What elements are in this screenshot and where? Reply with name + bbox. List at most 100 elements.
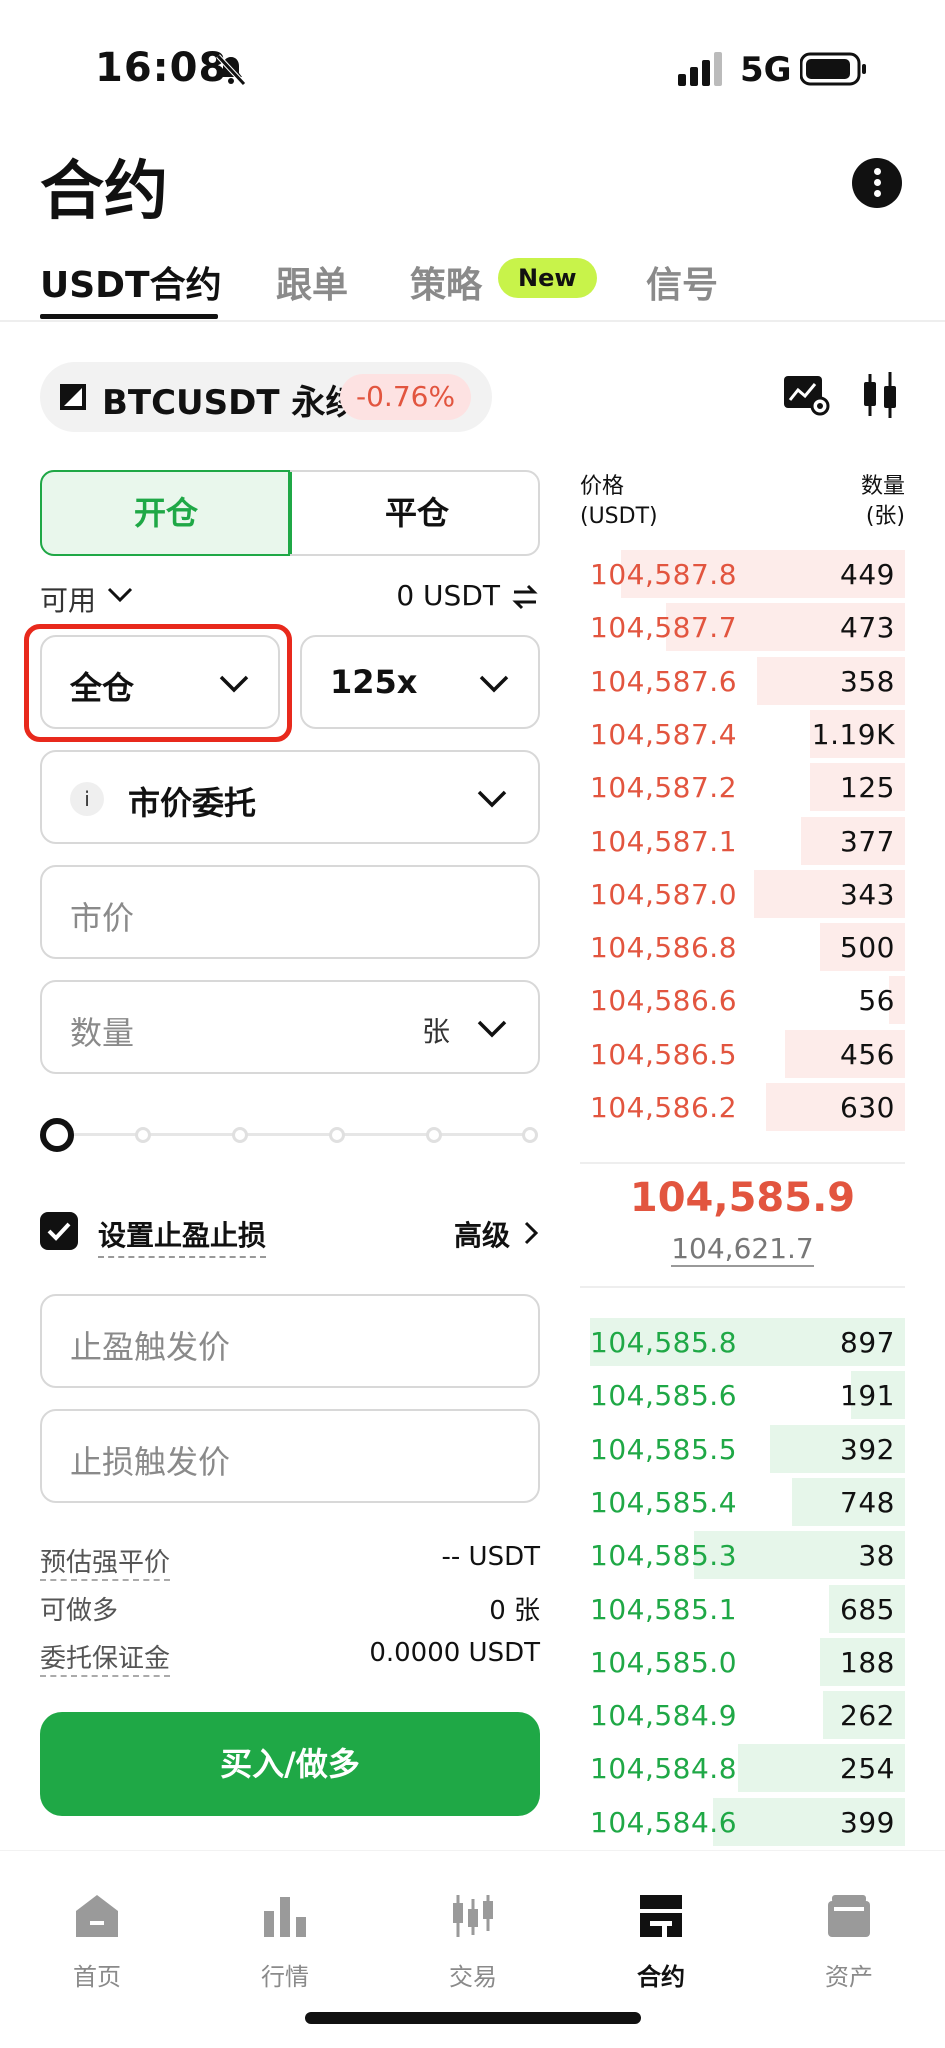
bid-row[interactable]: 104,585.5 392 — [590, 1423, 905, 1475]
slider-tick[interactable] — [522, 1127, 538, 1143]
last-price: 104,585.9 — [629, 1175, 856, 1221]
ask-quantity: 56 — [858, 984, 895, 1018]
page-title: 合约 — [40, 155, 168, 229]
tab-usdt-futures[interactable]: USDT合约 — [40, 256, 222, 308]
chevron-down-icon[interactable] — [476, 1018, 508, 1040]
bid-price: 104,584.6 — [590, 1805, 738, 1839]
nav-trade[interactable]: 交易 — [403, 1891, 543, 1992]
ask-row[interactable]: 104,586.8 500 — [590, 921, 905, 973]
ask-price: 104,587.4 — [590, 717, 738, 751]
ask-row[interactable]: 104,587.4 1.19K — [590, 708, 905, 760]
active-tab-underline — [40, 314, 218, 319]
ask-quantity: 358 — [840, 664, 895, 698]
ask-price: 104,586.2 — [590, 1091, 738, 1124]
slider-knob[interactable] — [40, 1118, 74, 1152]
order-type-select[interactable]: i 市价委托 — [40, 750, 540, 844]
bid-quantity: 254 — [840, 1752, 895, 1786]
price-input[interactable]: 市价 — [40, 865, 540, 959]
mark-price-value[interactable]: 104,621.7 — [671, 1232, 814, 1267]
chevron-right-icon[interactable] — [522, 1220, 540, 1246]
ask-row[interactable]: 104,586.6 56 — [590, 974, 905, 1026]
bid-row[interactable]: 104,585.0 188 — [590, 1636, 905, 1688]
quantity-slider[interactable] — [40, 1118, 540, 1152]
ask-quantity: 449 — [840, 558, 895, 591]
bid-row[interactable]: 104,585.4 748 — [590, 1476, 905, 1528]
bid-row[interactable]: 104,585.3 38 — [590, 1529, 905, 1581]
summary-value: 0 张 — [489, 1596, 540, 1626]
slider-tick[interactable] — [426, 1127, 442, 1143]
ask-row[interactable]: 104,586.5 456 — [590, 1028, 905, 1080]
ask-row[interactable]: 104,586.2 630 — [590, 1081, 905, 1133]
new-badge: New — [498, 258, 597, 298]
ask-quantity: 456 — [840, 1037, 895, 1071]
ask-price: 104,586.6 — [590, 984, 738, 1018]
slider-tick[interactable] — [329, 1127, 345, 1143]
bid-quantity: 897 — [840, 1326, 895, 1359]
tab-strategy[interactable]: 策略 — [410, 256, 482, 308]
ask-row[interactable]: 104,587.7 473 — [590, 601, 905, 653]
nav-futures[interactable]: 合约 — [591, 1891, 731, 1992]
stop-loss-input[interactable]: 止损触发价 — [40, 1409, 540, 1503]
nav-home[interactable]: 首页 — [27, 1891, 167, 1992]
open-tab-active-frame — [40, 470, 290, 556]
bid-price: 104,585.5 — [590, 1432, 738, 1466]
bid-row[interactable]: 104,584.9 262 — [590, 1689, 905, 1741]
ask-row[interactable]: 104,587.1 377 — [590, 815, 905, 867]
available-label[interactable]: 可用 — [40, 579, 96, 619]
chart-settings-icon[interactable] — [782, 374, 830, 416]
tpsl-checkbox[interactable] — [40, 1212, 78, 1250]
quantity-input[interactable]: 数量 张 — [40, 980, 540, 1074]
slider-tick[interactable] — [135, 1127, 151, 1143]
summary-key[interactable]: 预估强平价 — [40, 1542, 171, 1581]
home-indicator — [305, 2012, 641, 2024]
symbol-change-badge: -0.76% — [340, 374, 472, 420]
tab-copy-trading[interactable]: 跟单 — [276, 256, 348, 308]
divider — [580, 1286, 905, 1288]
slider-tick[interactable] — [232, 1127, 248, 1143]
summary-key[interactable]: 委托保证金 — [40, 1638, 171, 1677]
nav-market[interactable]: 行情 — [215, 1891, 355, 1992]
summary-max-long: 可做多 0 张 — [40, 1590, 540, 1630]
bid-row[interactable]: 104,585.6 191 — [590, 1369, 905, 1421]
transfer-icon[interactable] — [510, 583, 540, 611]
bid-row[interactable]: 104,584.6 399 — [590, 1796, 905, 1848]
ask-row[interactable]: 104,587.6 358 — [590, 655, 905, 707]
info-icon[interactable]: i — [70, 782, 104, 816]
signal-icon — [678, 52, 722, 86]
summary-liq-price: 预估强平价 -- USDT — [40, 1542, 540, 1582]
leverage-value: 125x — [330, 663, 418, 701]
ask-row[interactable]: 104,587.0 343 — [590, 868, 905, 920]
buy-long-button[interactable]: 买入/做多 — [40, 1712, 540, 1816]
ask-row[interactable]: 104,587.2 125 — [590, 761, 905, 813]
network-type: 5G — [740, 50, 792, 90]
tpsl-row: 设置止盈止损 高级 — [40, 1210, 540, 1258]
bell-muted-icon — [216, 54, 246, 86]
advanced-link[interactable]: 高级 — [454, 1214, 510, 1254]
bid-row[interactable]: 104,584.8 254 — [590, 1742, 905, 1794]
more-dot-icon — [874, 168, 881, 175]
nav-assets[interactable]: 资产 — [779, 1891, 919, 1992]
ask-price: 104,587.8 — [590, 558, 738, 591]
tab-signals[interactable]: 信号 — [646, 256, 718, 308]
slider-track — [60, 1133, 530, 1136]
bid-quantity: 191 — [840, 1379, 895, 1413]
chevron-down-icon[interactable] — [106, 585, 134, 605]
bid-row[interactable]: 104,585.1 685 — [590, 1583, 905, 1635]
ask-price: 104,587.0 — [590, 877, 738, 911]
close-position-tab[interactable]: 平仓 — [292, 472, 538, 554]
ask-quantity: 125 — [840, 771, 895, 805]
ask-quantity: 630 — [840, 1091, 895, 1124]
candlestick-icon[interactable] — [860, 370, 900, 420]
ask-row[interactable]: 104,587.8 449 — [590, 548, 905, 600]
bid-price: 104,584.8 — [590, 1752, 738, 1786]
ask-price: 104,587.1 — [590, 824, 738, 858]
leverage-select[interactable]: 125x — [300, 635, 540, 729]
quantity-unit[interactable]: 张 — [422, 1010, 450, 1050]
symbol-selector[interactable]: BTCUSDT 永续 -0.76% — [40, 362, 492, 432]
ask-quantity: 500 — [840, 931, 895, 965]
more-options-button[interactable] — [852, 158, 902, 208]
tpsl-label[interactable]: 设置止盈止损 — [98, 1214, 267, 1258]
bid-row[interactable]: 104,585.8 897 — [590, 1316, 905, 1368]
take-profit-input[interactable]: 止盈触发价 — [40, 1294, 540, 1388]
battery-icon — [800, 52, 866, 86]
